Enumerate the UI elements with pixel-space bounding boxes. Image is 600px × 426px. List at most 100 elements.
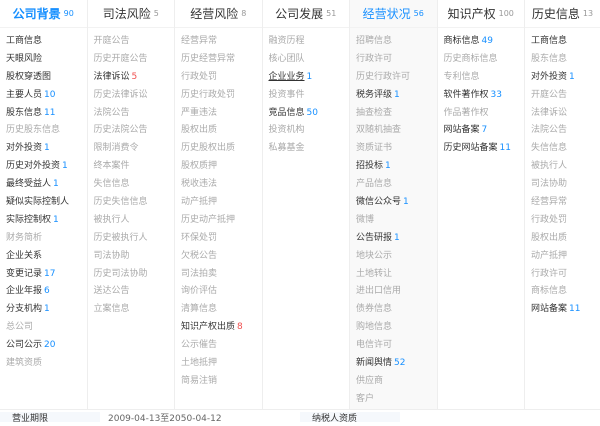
category-item[interactable]: 司法拍卖 [181,266,262,284]
category-item[interactable]: 企业关系 [6,248,87,266]
category-item[interactable]: 历史股权出质 [181,140,262,158]
category-item[interactable]: 私募基金 [269,140,350,158]
category-item[interactable]: 公司公示 20 [6,337,87,355]
category-item[interactable]: 工商信息 [531,33,600,51]
category-item[interactable]: 被执行人 [94,212,175,230]
category-item[interactable]: 股权出质 [181,122,262,140]
category-item[interactable]: 股权穿透图 [6,69,87,87]
category-item[interactable]: 购地信息 [356,319,437,337]
tab-category[interactable]: 经营状况 56 [350,0,437,28]
category-item[interactable]: 行政处罚 [181,69,262,87]
category-item[interactable]: 天眼风险 [6,51,87,69]
category-item[interactable]: 税收违法 [181,176,262,194]
category-item[interactable]: 环保处罚 [181,230,262,248]
category-item[interactable]: 历史法律诉讼 [94,87,175,105]
category-item[interactable]: 历史行政处罚 [181,87,262,105]
category-item[interactable]: 土地抵押 [181,355,262,373]
category-item[interactable]: 历史法院公告 [94,122,175,140]
category-item[interactable]: 历史司法协助 [94,266,175,284]
category-item[interactable]: 法院公告 [94,105,175,123]
category-item[interactable]: 历史网站备案 11 [444,140,525,158]
category-item[interactable]: 行政许可 [531,266,600,284]
category-item[interactable]: 抽查检查 [356,105,437,123]
category-item[interactable]: 公示催告 [181,337,262,355]
category-item[interactable]: 股权出质 [531,230,600,248]
category-item[interactable]: 网站备案 7 [444,122,525,140]
category-item[interactable]: 地块公示 [356,248,437,266]
category-item[interactable]: 历史失信信息 [94,194,175,212]
category-item[interactable]: 清算信息 [181,301,262,319]
category-item[interactable]: 企业年报 6 [6,283,87,301]
category-item[interactable]: 终本案件 [94,158,175,176]
category-item[interactable]: 限制消费令 [94,140,175,158]
category-item[interactable]: 经营异常 [531,194,600,212]
category-item[interactable]: 债券信息 [356,301,437,319]
category-item[interactable]: 公告研报 1 [356,230,437,248]
category-item[interactable]: 变更记录 17 [6,266,87,284]
category-item[interactable]: 法律诉讼 [531,105,600,123]
tab-category[interactable]: 司法风险 5 [87,0,174,28]
category-item[interactable]: 知识产权出质 8 [181,319,262,337]
category-item[interactable]: 网站备案 11 [531,301,600,319]
category-item[interactable]: 历史对外投资 1 [6,158,87,176]
category-item[interactable]: 行政许可 [356,51,437,69]
category-item[interactable]: 对外投资 1 [531,69,600,87]
category-item[interactable]: 简易注销 [181,373,262,391]
category-item[interactable]: 财务简析 [6,230,87,248]
category-item[interactable]: 融资历程 [269,33,350,51]
category-item[interactable]: 历史被执行人 [94,230,175,248]
category-item[interactable]: 最终受益人 1 [6,176,87,194]
category-item[interactable]: 招聘信息 [356,33,437,51]
category-item[interactable]: 历史商标信息 [444,51,525,69]
category-item[interactable]: 动产抵押 [181,194,262,212]
category-item[interactable]: 司法协助 [94,248,175,266]
category-item[interactable]: 进出口信用 [356,283,437,301]
category-item[interactable]: 双随机抽查 [356,122,437,140]
category-item[interactable]: 产品信息 [356,176,437,194]
category-item[interactable]: 法律诉讼 5 [94,69,175,87]
category-item[interactable]: 股东信息 11 [6,105,87,123]
category-item[interactable]: 历史股东信息 [6,122,87,140]
category-item[interactable]: 资质证书 [356,140,437,158]
category-item[interactable]: 经营异常 [181,33,262,51]
category-item[interactable]: 实际控制权 1 [6,212,87,230]
category-item[interactable]: 欠税公告 [181,248,262,266]
category-item[interactable]: 土地转让 [356,266,437,284]
category-item[interactable]: 微博 [356,212,437,230]
category-item[interactable]: 电信许可 [356,337,437,355]
category-item[interactable]: 股东信息 [531,51,600,69]
category-item[interactable]: 严重违法 [181,105,262,123]
category-item[interactable]: 失信信息 [531,140,600,158]
category-item[interactable]: 疑似实际控制人 [6,194,87,212]
category-item[interactable]: 新闻舆情 52 [356,355,437,373]
category-item[interactable]: 立案信息 [94,301,175,319]
category-item[interactable]: 历史经营异常 [181,51,262,69]
category-item[interactable]: 供应商 [356,373,437,391]
category-item[interactable]: 开庭公告 [531,87,600,105]
category-item[interactable]: 失信信息 [94,176,175,194]
tab-category[interactable]: 历史信息 13 [525,0,600,28]
category-item[interactable]: 送达公告 [94,283,175,301]
category-item[interactable]: 询价评估 [181,283,262,301]
category-item[interactable]: 建筑资质 [6,355,87,373]
category-item[interactable]: 股权质押 [181,158,262,176]
category-item[interactable]: 总公司 [6,319,87,337]
category-item[interactable]: 竞品信息 50 [269,105,350,123]
tab-category[interactable]: 公司发展 51 [262,0,349,28]
tab-category[interactable]: 知识产权 100 [437,0,524,28]
category-item[interactable]: 历史开庭公告 [94,51,175,69]
category-item[interactable]: 企业业务 1 [269,69,350,87]
tab-category[interactable]: 公司背景 90 [0,0,87,28]
category-item[interactable]: 被执行人 [531,158,600,176]
category-item[interactable]: 历史行政许可 [356,69,437,87]
category-item[interactable]: 软件著作权 33 [444,87,525,105]
category-item[interactable]: 专利信息 [444,69,525,87]
category-item[interactable]: 行政处罚 [531,212,600,230]
category-item[interactable]: 分支机构 1 [6,301,87,319]
category-item[interactable]: 投资机构 [269,122,350,140]
category-item[interactable]: 作品著作权 [444,105,525,123]
category-item[interactable]: 开庭公告 [94,33,175,51]
tab-category[interactable]: 经营风险 8 [175,0,262,28]
category-item[interactable]: 商标信息 49 [444,33,525,51]
category-item[interactable]: 商标信息 [531,283,600,301]
